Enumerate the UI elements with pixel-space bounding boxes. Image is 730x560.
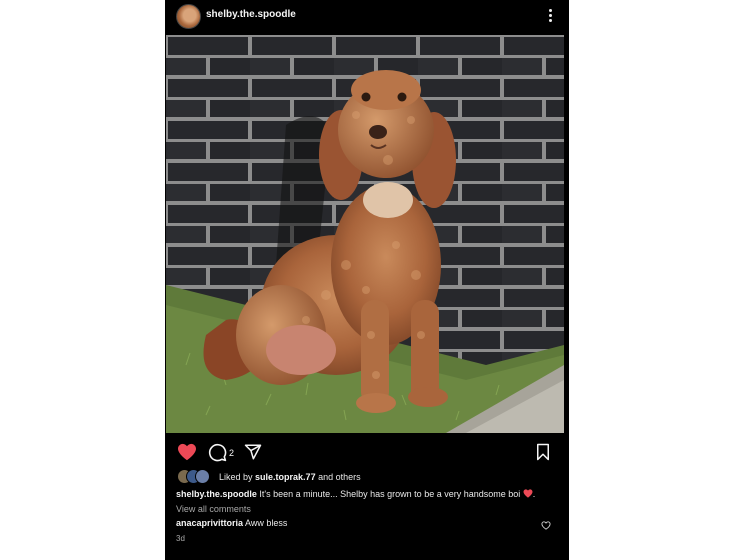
view-all-comments-link[interactable]: View all comments <box>176 504 251 514</box>
comment-text: Aww bless <box>245 518 288 528</box>
comment-like-icon[interactable] <box>541 517 551 535</box>
liked-by-prefix: Liked by <box>219 472 253 482</box>
post-caption: shelby.the.spoodle It's been a minute...… <box>176 489 536 499</box>
top-comment: anacaprivittoria Aww bless <box>176 518 287 528</box>
like-icon[interactable] <box>177 443 197 466</box>
avatar[interactable] <box>176 4 201 29</box>
bookmark-icon[interactable] <box>535 443 551 466</box>
post-header: shelby.the.spoodle <box>165 0 569 32</box>
post-image[interactable] <box>166 35 564 433</box>
liked-by-suffix: and others <box>318 472 361 482</box>
liker-avatar <box>195 469 210 484</box>
more-options-icon[interactable] <box>545 8 555 24</box>
comment-icon[interactable] <box>208 443 227 467</box>
post-timestamp: 3d <box>176 534 185 543</box>
comment-username[interactable]: anacaprivittoria <box>176 518 243 528</box>
liked-by-user[interactable]: sule.toprak.77 <box>255 472 316 482</box>
post-username[interactable]: shelby.the.spoodle <box>206 9 296 20</box>
dog-photo <box>166 35 564 433</box>
liked-by-text: Liked by sule.toprak.77 and others <box>219 472 361 482</box>
instagram-post: shelby.the.spoodle 2 Liked by sule.topra… <box>165 0 569 560</box>
caption-username[interactable]: shelby.the.spoodle <box>176 489 257 499</box>
comment-count: 2 <box>229 448 235 458</box>
share-icon[interactable] <box>244 443 262 466</box>
post-actions: 2 <box>165 438 569 466</box>
caption-text: It's been a minute... Shelby has grown t… <box>259 489 521 499</box>
red-heart-icon <box>523 489 533 498</box>
